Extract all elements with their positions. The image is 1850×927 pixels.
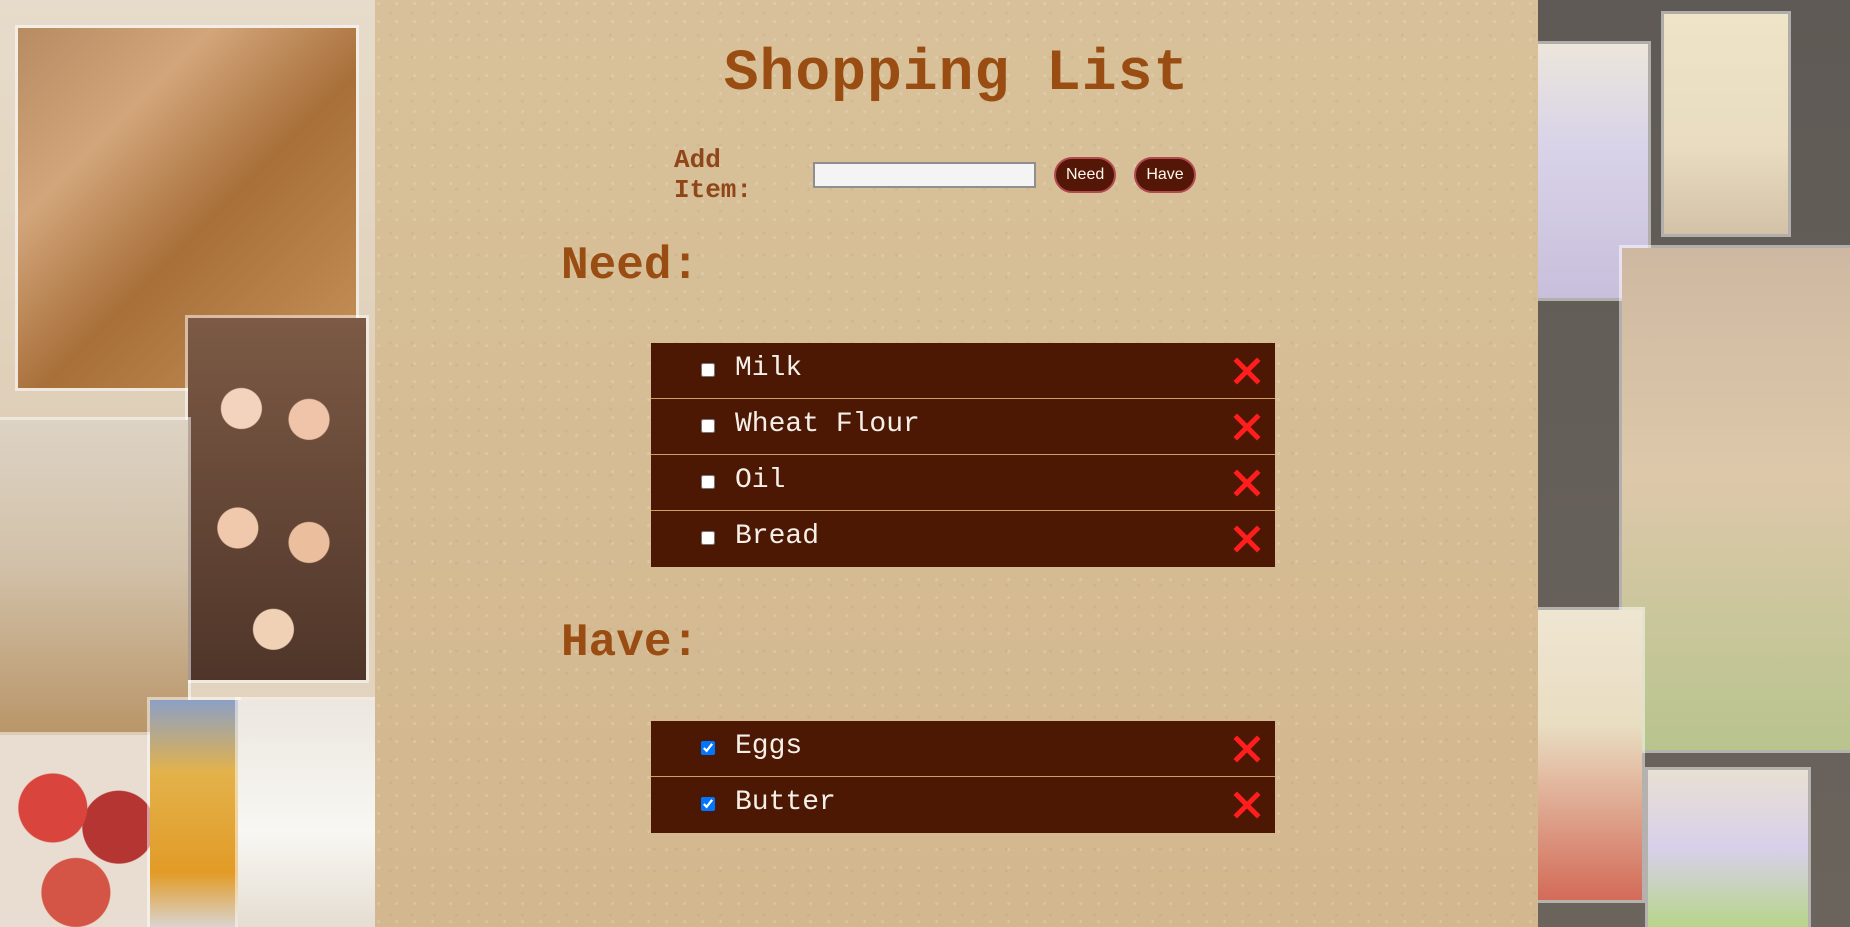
apples-photo xyxy=(0,735,165,927)
right-collage-panel xyxy=(1538,0,1850,927)
close-icon xyxy=(1233,357,1261,385)
item-label: Milk xyxy=(735,353,803,384)
list-item: Oil xyxy=(651,455,1275,511)
close-icon xyxy=(1233,413,1261,441)
list-item: Butter xyxy=(651,777,1275,833)
item-label: Oil xyxy=(735,465,786,496)
grocery-illustration xyxy=(1648,770,1808,927)
close-icon xyxy=(1233,791,1261,819)
need-list: Milk Wheat Flour Oil Bread xyxy=(651,343,1275,567)
item-checkbox[interactable] xyxy=(701,475,715,489)
list-item: Eggs xyxy=(651,721,1275,777)
shopper-poster xyxy=(1664,14,1788,234)
item-checkbox[interactable] xyxy=(701,363,715,377)
remove-button[interactable] xyxy=(1229,465,1265,501)
flour-photo xyxy=(0,420,188,740)
milk-splash-photo xyxy=(238,700,375,927)
page-title: Shopping List xyxy=(723,42,1190,107)
add-item-label: Add Item: xyxy=(674,145,753,205)
item-label: Bread xyxy=(735,521,820,552)
add-item-row: Add Item: Need Have xyxy=(674,145,1214,205)
supermarket-poster xyxy=(1538,610,1642,900)
have-list: Eggs Butter xyxy=(651,721,1275,833)
remove-button[interactable] xyxy=(1229,521,1265,557)
have-button[interactable]: Have xyxy=(1134,157,1196,193)
item-label: Wheat Flour xyxy=(735,409,920,440)
close-icon xyxy=(1233,469,1261,497)
item-label: Butter xyxy=(735,787,836,818)
have-section-title: Have: xyxy=(561,617,700,669)
remove-button[interactable] xyxy=(1229,787,1265,823)
item-checkbox[interactable] xyxy=(701,797,715,811)
need-button[interactable]: Need xyxy=(1054,157,1116,193)
juice-photo xyxy=(150,700,238,927)
list-item: Milk xyxy=(651,343,1275,399)
item-checkbox[interactable] xyxy=(701,419,715,433)
eggs-photo xyxy=(188,318,366,680)
remove-button[interactable] xyxy=(1229,409,1265,445)
add-item-input[interactable] xyxy=(813,162,1036,188)
close-icon xyxy=(1233,525,1261,553)
left-collage-panel xyxy=(0,0,375,927)
list-item: Wheat Flour xyxy=(651,399,1275,455)
need-section-title: Need: xyxy=(561,240,700,292)
close-icon xyxy=(1233,735,1261,763)
shopping-list-photo xyxy=(1622,248,1850,750)
item-label: Eggs xyxy=(735,731,803,762)
remove-button[interactable] xyxy=(1229,731,1265,767)
main-content: Shopping List Add Item: Need Have Need: … xyxy=(375,0,1538,927)
remove-button[interactable] xyxy=(1229,353,1265,389)
item-checkbox[interactable] xyxy=(701,531,715,545)
list-item: Bread xyxy=(651,511,1275,567)
item-checkbox[interactable] xyxy=(701,741,715,755)
